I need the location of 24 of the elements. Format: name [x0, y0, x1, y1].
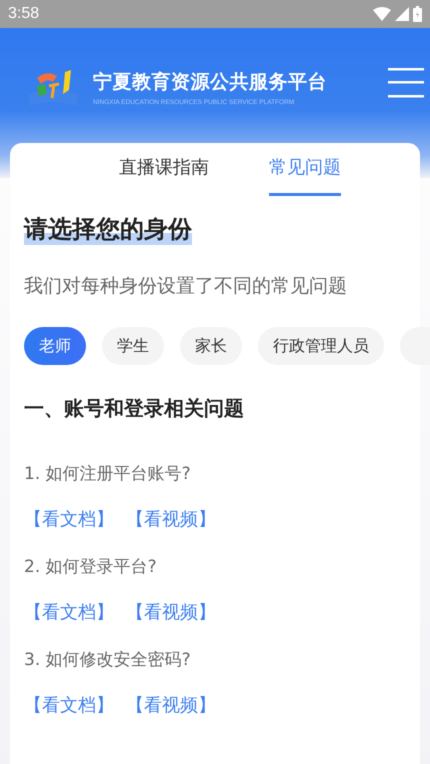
- tab[interactable]: 常见问题: [269, 143, 341, 196]
- role-chip[interactable]: 老师: [24, 327, 86, 366]
- link[interactable]: 【看视频】: [126, 693, 216, 718]
- link[interactable]: 【看文档】: [24, 507, 114, 532]
- menu-icon: [388, 68, 424, 98]
- description: 我们对每种身份设置了不同的常见问题: [24, 274, 348, 300]
- link[interactable]: 【看视频】: [126, 507, 216, 532]
- question: 2. 如何登录平台?: [24, 556, 158, 578]
- platform-title: 宁夏教育资源公共服务平台: [93, 70, 327, 94]
- role-chip[interactable]: 行政管理人员: [258, 327, 384, 366]
- role-chip[interactable]: 家长: [180, 327, 242, 366]
- heading: 请选择您的身份: [24, 214, 192, 246]
- section-title: 一、账号和登录相关问题: [24, 395, 245, 422]
- question: 3. 如何修改安全密码?: [24, 649, 192, 672]
- battery-icon: [413, 6, 422, 22]
- link[interactable]: 【看文档】: [24, 693, 114, 718]
- link[interactable]: 【看文档】: [24, 600, 114, 624]
- role-chip[interactable]: 学生: [102, 327, 164, 366]
- link[interactable]: 【看视频】: [126, 600, 216, 624]
- signal-icon: [395, 7, 409, 21]
- wifi-icon: [373, 7, 391, 21]
- tab[interactable]: 直播课指南: [119, 143, 209, 196]
- status-time: 3:58: [8, 5, 40, 23]
- question: 1. 如何注册平台账号?: [24, 463, 192, 486]
